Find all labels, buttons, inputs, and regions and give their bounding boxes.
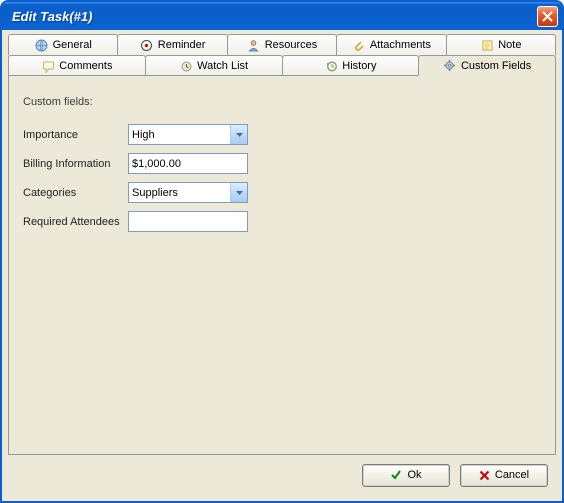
tab-label: Comments <box>59 60 112 72</box>
tab-attachments[interactable]: Attachments <box>336 34 446 55</box>
bell-icon <box>140 38 154 52</box>
tab-label: Reminder <box>158 39 206 51</box>
tab-resources[interactable]: Resources <box>227 34 337 55</box>
tab-note[interactable]: Note <box>446 34 556 55</box>
row-billing: Billing Information <box>23 153 541 174</box>
clip-icon <box>352 38 366 52</box>
watch-icon <box>179 59 193 73</box>
tab-custom-fields[interactable]: Custom Fields <box>418 55 556 76</box>
input-required-attendees[interactable] <box>128 211 248 232</box>
chevron-down-icon <box>230 125 247 144</box>
tab-general[interactable]: General <box>8 34 118 55</box>
tab-label: Watch List <box>197 60 248 72</box>
combo-categories[interactable]: Suppliers <box>128 182 248 203</box>
row-importance: Importance High <box>23 124 541 145</box>
tab-reminder[interactable]: Reminder <box>117 34 227 55</box>
combo-categories-value: Suppliers <box>132 187 178 199</box>
label-importance: Importance <box>23 129 128 141</box>
button-bar: Ok Cancel <box>8 455 556 495</box>
window-title: Edit Task(#1) <box>12 9 537 24</box>
tab-row-1: General Reminder Resources Attachments N… <box>8 34 556 55</box>
comment-icon <box>41 59 55 73</box>
tab-label: General <box>53 39 92 51</box>
tab-label: Note <box>498 39 521 51</box>
tab-history[interactable]: History <box>282 55 420 76</box>
globe-icon <box>35 38 49 52</box>
note-icon <box>480 38 494 52</box>
ok-label: Ok <box>407 469 421 481</box>
close-icon <box>542 11 553 22</box>
tab-strip: General Reminder Resources Attachments N… <box>8 34 556 76</box>
chevron-down-icon <box>230 183 247 202</box>
label-billing: Billing Information <box>23 158 128 170</box>
gear-icon <box>443 59 457 73</box>
ok-button[interactable]: Ok <box>362 464 450 487</box>
label-required-attendees: Required Attendees <box>23 216 128 228</box>
person-icon <box>247 38 261 52</box>
tab-label: Resources <box>265 39 318 51</box>
content-area: General Reminder Resources Attachments N… <box>2 30 562 501</box>
tab-watch-list[interactable]: Watch List <box>145 55 283 76</box>
tab-label: Custom Fields <box>461 60 531 72</box>
label-categories: Categories <box>23 187 128 199</box>
tab-label: History <box>342 60 376 72</box>
cancel-label: Cancel <box>495 469 529 481</box>
tab-row-2: Comments Watch List History Custom Field… <box>8 55 556 76</box>
history-icon <box>324 59 338 73</box>
combo-importance[interactable]: High <box>128 124 248 145</box>
input-billing[interactable] <box>128 153 248 174</box>
cancel-button[interactable]: Cancel <box>460 464 548 487</box>
dialog-window: Edit Task(#1) General Reminder Resources <box>0 0 564 503</box>
combo-importance-value: High <box>132 129 155 141</box>
panel-heading: Custom fields: <box>23 96 541 108</box>
row-required-attendees: Required Attendees <box>23 211 541 232</box>
tab-comments[interactable]: Comments <box>8 55 146 76</box>
title-bar: Edit Task(#1) <box>2 2 562 30</box>
row-categories: Categories Suppliers <box>23 182 541 203</box>
close-button[interactable] <box>537 6 558 27</box>
check-icon <box>390 469 402 481</box>
custom-fields-panel: Custom fields: Importance High Billing I… <box>8 75 556 455</box>
cross-icon <box>479 470 490 481</box>
tab-label: Attachments <box>370 39 431 51</box>
